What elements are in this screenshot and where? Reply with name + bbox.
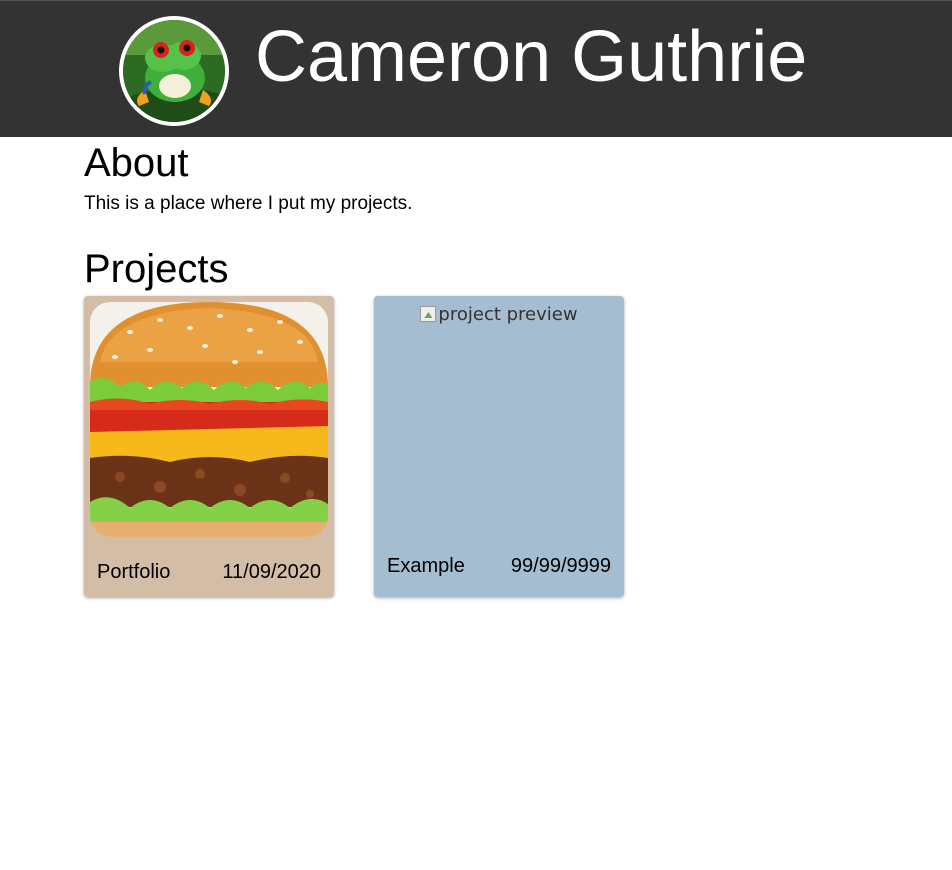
frog-avatar-icon — [119, 16, 229, 126]
project-name: Portfolio — [97, 561, 171, 583]
project-name: Example — [387, 555, 465, 577]
burger-image — [90, 302, 328, 537]
about-heading: About — [84, 141, 189, 185]
project-card-example[interactable]: project preview Example 99/99/9999 — [374, 296, 624, 597]
project-date: 99/99/9999 — [510, 555, 611, 577]
site-header: Cameron Guthrie — [0, 0, 952, 137]
project-date: 11/09/2020 — [222, 561, 321, 583]
project-preview-image: project preview — [374, 304, 624, 325]
about-text: This is a place where I put my projects. — [84, 193, 413, 214]
projects-heading: Projects — [84, 247, 229, 291]
project-preview-alt: project preview — [438, 304, 578, 325]
site-title: Cameron Guthrie — [255, 17, 808, 97]
broken-image-icon — [420, 306, 437, 322]
project-card-portfolio[interactable]: Portfolio 11/09/2020 — [84, 296, 334, 597]
